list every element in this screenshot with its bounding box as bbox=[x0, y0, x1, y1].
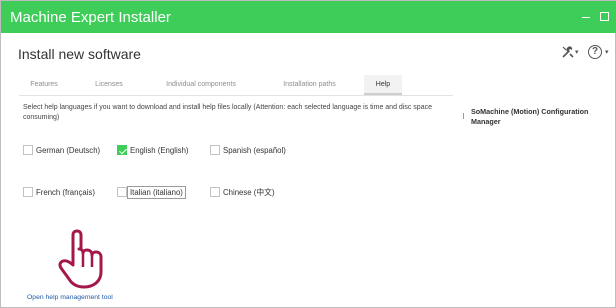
tab-bar: Features Licenses Individual components … bbox=[19, 75, 453, 96]
checkbox[interactable] bbox=[117, 187, 127, 197]
help-chevron-down-icon[interactable]: ▾ bbox=[605, 48, 609, 56]
tab-individual-components[interactable]: Individual components bbox=[156, 75, 246, 95]
language-label: French (français) bbox=[36, 188, 95, 197]
tools-icon[interactable] bbox=[561, 45, 574, 63]
minimize-button[interactable] bbox=[580, 10, 592, 22]
checkbox[interactable] bbox=[210, 187, 220, 197]
help-icon[interactable]: ? bbox=[588, 45, 602, 59]
maximize-button[interactable] bbox=[598, 10, 610, 22]
page-title: Install new software bbox=[18, 46, 141, 62]
checkbox[interactable] bbox=[23, 187, 33, 197]
language-label: German (Deutsch) bbox=[36, 146, 101, 155]
help-description: Select help languages if you want to dow… bbox=[23, 104, 432, 121]
tab-divider bbox=[19, 95, 453, 96]
language-label: Spanish (español) bbox=[223, 146, 286, 155]
installer-window: Machine Expert Installer Install new sof… bbox=[0, 0, 616, 308]
window-title: Machine Expert Installer bbox=[10, 9, 171, 26]
side-panel-divider bbox=[463, 113, 464, 119]
language-label: Italian (italiano) bbox=[127, 186, 186, 199]
tab-help[interactable]: Help bbox=[364, 75, 402, 95]
language-label: English (English) bbox=[130, 146, 189, 155]
tools-chevron-down-icon[interactable]: ▾ bbox=[575, 48, 579, 56]
title-bar: Machine Expert Installer bbox=[1, 1, 616, 33]
tab-features[interactable]: Features bbox=[19, 75, 69, 95]
language-label: Chinese (中文) bbox=[223, 188, 275, 197]
side-panel-title: SoMachine (Motion) Configuration Manager bbox=[471, 107, 589, 126]
checkbox-checked[interactable] bbox=[117, 145, 127, 155]
checkbox[interactable] bbox=[210, 145, 220, 155]
checkbox[interactable] bbox=[23, 145, 33, 155]
tab-licenses[interactable]: Licenses bbox=[89, 75, 129, 95]
hand-pointer-icon bbox=[57, 229, 109, 289]
tab-installation-paths[interactable]: Installation paths bbox=[267, 75, 352, 95]
open-help-management-link[interactable]: Open help management tool bbox=[27, 294, 113, 301]
